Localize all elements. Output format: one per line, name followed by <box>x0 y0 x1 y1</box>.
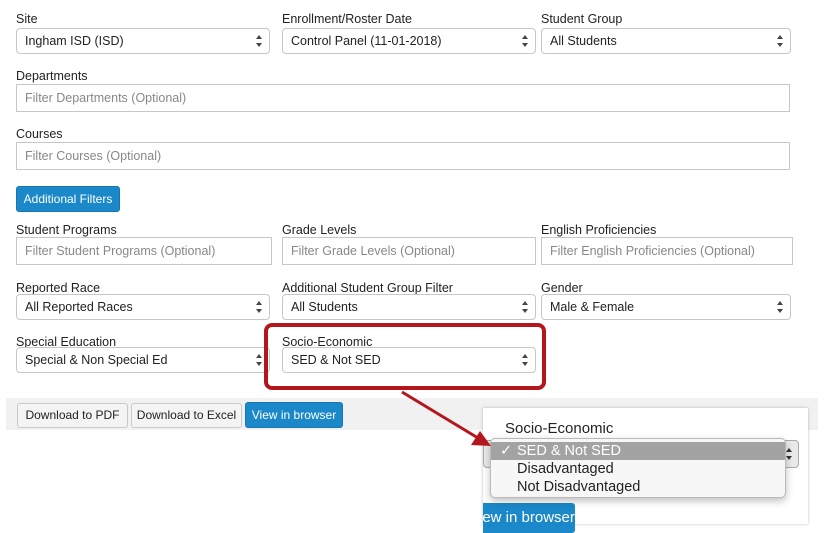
site-label: Site <box>16 12 38 26</box>
select-arrows-icon <box>256 35 262 47</box>
english-proficiencies-label: English Proficiencies <box>541 223 657 237</box>
departments-label: Departments <box>16 69 88 83</box>
option-label: SED & Not SED <box>517 443 621 459</box>
courses-input[interactable]: Filter Courses (Optional) <box>16 142 790 170</box>
special-education-select-value: Special & Non Special Ed <box>25 353 168 367</box>
callout-view-button: iew in browser <box>479 503 575 533</box>
reported-race-label: Reported Race <box>16 281 101 295</box>
additional-group-label: Additional Student Group Filter <box>282 281 453 295</box>
gender-select[interactable]: Male & Female <box>541 294 791 320</box>
english-proficiencies-input[interactable]: Filter English Proficiencies (Optional) <box>541 237 793 265</box>
filter-card <box>6 0 818 398</box>
grade-levels-input[interactable]: Filter Grade Levels (Optional) <box>282 237 536 265</box>
select-arrows-icon <box>777 35 783 47</box>
courses-label: Courses <box>16 127 63 141</box>
student-programs-label: Student Programs <box>16 223 117 237</box>
select-arrows-icon <box>256 354 262 366</box>
select-arrows-icon <box>786 448 792 460</box>
student-group-label: Student Group <box>541 12 623 26</box>
enrollment-select[interactable]: Control Panel (11-01-2018) <box>282 28 536 54</box>
enrollment-label: Enrollment/Roster Date <box>282 12 412 26</box>
download-pdf-button[interactable]: Download to PDF <box>17 403 128 428</box>
select-arrows-icon <box>522 301 528 313</box>
reported-race-select-value: All Reported Races <box>25 300 133 314</box>
site-select-value: Ingham ISD (ISD) <box>25 34 124 48</box>
option-not-disadvantaged[interactable]: Not Disadvantaged <box>491 478 785 496</box>
additional-filters-button[interactable]: Additional Filters <box>16 186 120 212</box>
select-arrows-icon <box>522 35 528 47</box>
socio-economic-select[interactable]: SED & Not SED <box>282 347 536 373</box>
view-in-browser-button[interactable]: View in browser <box>245 402 343 428</box>
grade-levels-label: Grade Levels <box>282 223 357 237</box>
socio-economic-dropdown: ✓ SED & Not SED Disadvantaged Not Disadv… <box>490 438 786 498</box>
option-label: Not Disadvantaged <box>517 479 641 495</box>
student-programs-input[interactable]: Filter Student Programs (Optional) <box>16 237 272 265</box>
student-group-select[interactable]: All Students <box>541 28 791 54</box>
site-select[interactable]: Ingham ISD (ISD) <box>16 28 270 54</box>
gender-select-value: Male & Female <box>550 300 635 314</box>
select-arrows-icon <box>522 354 528 366</box>
callout-label: Socio-Economic <box>505 420 614 437</box>
enrollment-select-value: Control Panel (11-01-2018) <box>291 34 442 48</box>
reported-race-select[interactable]: All Reported Races <box>16 294 270 320</box>
download-excel-button[interactable]: Download to Excel <box>131 403 242 428</box>
additional-group-select[interactable]: All Students <box>282 294 536 320</box>
special-education-select[interactable]: Special & Non Special Ed <box>16 347 270 373</box>
departments-input[interactable]: Filter Departments (Optional) <box>16 84 790 112</box>
checkmark-icon: ✓ <box>500 443 513 459</box>
select-arrows-icon <box>256 301 262 313</box>
select-arrows-icon <box>777 301 783 313</box>
additional-group-select-value: All Students <box>291 300 358 314</box>
option-disadvantaged[interactable]: Disadvantaged <box>491 460 785 478</box>
option-label: Disadvantaged <box>517 461 614 477</box>
socio-economic-select-value: SED & Not SED <box>291 353 381 367</box>
option-sed-not-sed[interactable]: ✓ SED & Not SED <box>491 442 785 460</box>
gender-label: Gender <box>541 281 583 295</box>
student-group-select-value: All Students <box>550 34 617 48</box>
